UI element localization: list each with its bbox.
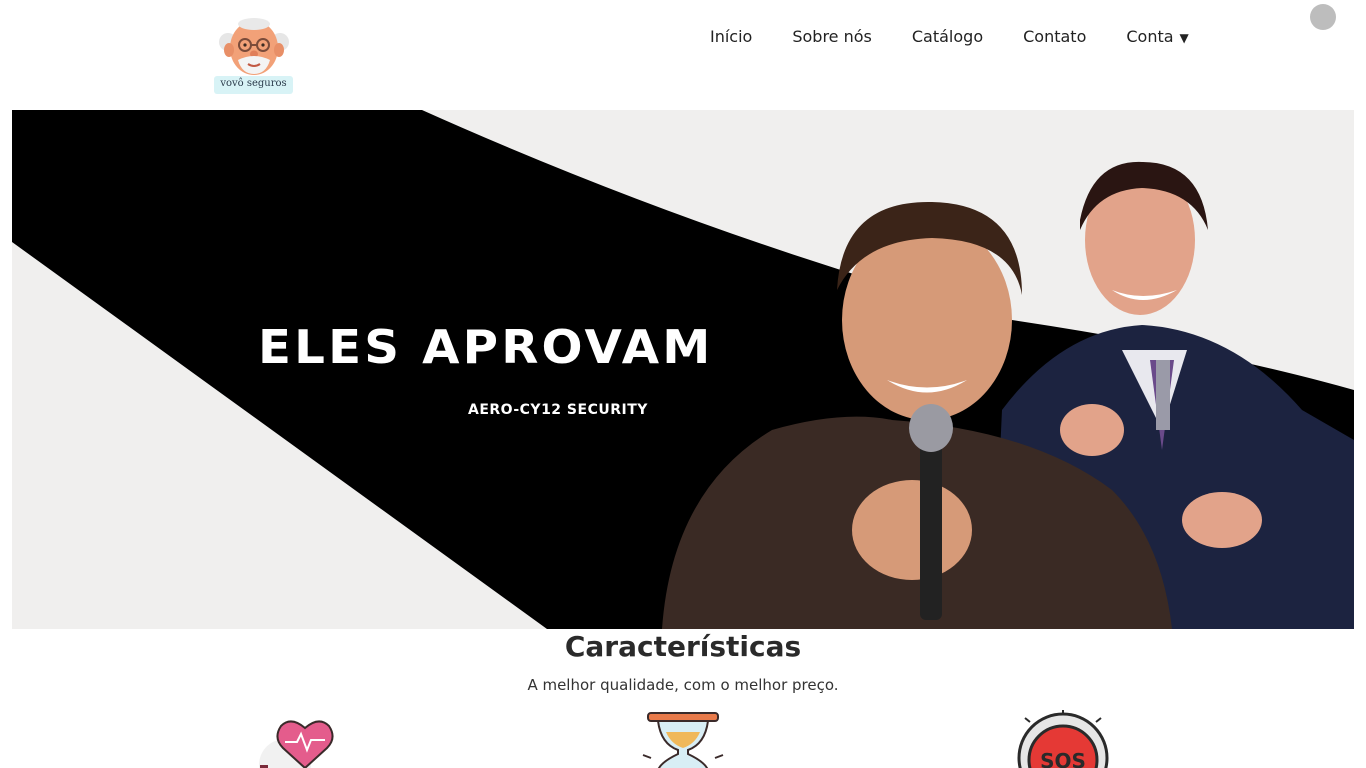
site-header: vovô seguros Início Sobre nós Catálogo C… [0,0,1366,110]
sos-button-icon: SOS [1017,710,1109,768]
nav-item-catalogo[interactable]: Catálogo [912,27,983,46]
logo-text: vovô seguros [220,78,287,89]
features-subtitle: A melhor qualidade, com o melhor preço. [527,676,839,694]
nav-item-inicio[interactable]: Início [710,27,752,46]
avatar[interactable] [1310,4,1336,30]
hero-subtitle: AERO-CY12 SECURITY [468,402,648,418]
heart-pulse-icon [259,720,334,768]
page: vovô seguros Início Sobre nós Catálogo C… [0,0,1366,768]
features-title: Características [564,630,802,663]
nav-item-conta-label: Conta [1126,26,1174,46]
nav-item-contato[interactable]: Contato [1023,27,1086,46]
nav-item-sobre-nos[interactable]: Sobre nós [792,27,872,46]
nav-item-conta[interactable]: Conta ▼ [1126,27,1188,46]
hourglass-icon [642,712,724,768]
svg-text:SOS: SOS [1040,749,1086,768]
hero-title: ELES APROVAM [258,320,714,374]
hero-banner: ELES APROVAM AERO-CY12 SECURITY [12,110,1354,629]
chevron-down-icon: ▼ [1179,30,1189,45]
main-nav: Início Sobre nós Catálogo Contato Conta ▼ [690,24,1229,48]
